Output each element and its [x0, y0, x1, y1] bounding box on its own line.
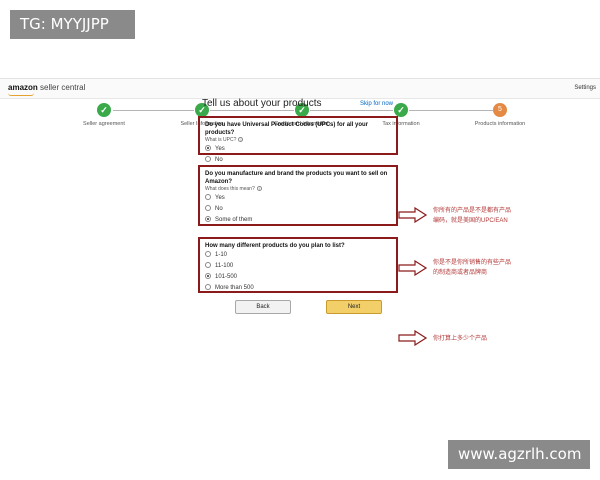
watermark-bottom: www.agzrlh.com — [448, 440, 590, 469]
radio-button[interactable] — [205, 284, 211, 290]
option-yes[interactable]: Yes — [205, 193, 391, 204]
step-products-information: 5 Products information — [450, 103, 550, 127]
smile-icon — [8, 93, 34, 96]
option-yes[interactable]: Yes — [205, 144, 391, 155]
question-text: Do you manufacture and brand the product… — [205, 171, 388, 185]
step-number: 5 — [493, 103, 507, 117]
annotation-note-brand: 你是不是你所销售的有些产品 的制造商或者品牌商 — [433, 260, 512, 276]
amazon-logo[interactable]: amazon seller central — [8, 83, 86, 96]
option-no[interactable]: No — [205, 204, 391, 215]
question-product-count: How many different products do you plan … — [198, 237, 398, 293]
info-icon: i — [238, 137, 244, 142]
radio-button[interactable] — [205, 262, 211, 268]
radio-button[interactable] — [205, 273, 211, 279]
logo-brand: amazon — [8, 83, 38, 92]
option-1-10[interactable]: 1-10 — [205, 250, 391, 261]
question-manufacture-brand: Do you manufacture and brand the product… — [198, 165, 398, 226]
help-link[interactable]: What does this mean? i — [205, 186, 391, 193]
page-title: Tell us about your products — [202, 98, 322, 109]
next-button[interactable]: Next — [326, 300, 382, 314]
annotation-note-upc: 你所有的产品是不是都有产品 编码，就是美国的UPC/EAN — [433, 208, 512, 224]
radio-button[interactable] — [205, 156, 211, 162]
annotation-arrow-icon — [398, 260, 428, 276]
back-button[interactable]: Back — [235, 300, 291, 314]
annotation-note-count: 你打算上多少个产品 — [433, 336, 488, 342]
radio-button[interactable] — [205, 194, 211, 200]
check-icon: ✓ — [394, 103, 408, 117]
watermark-top: TG: MYYJJPP — [10, 10, 135, 39]
help-link[interactable]: What is UPC? i — [205, 137, 391, 144]
radio-button[interactable] — [205, 205, 211, 211]
option-some-of-them[interactable]: Some of them — [205, 215, 391, 226]
question-text: How many different products do you plan … — [205, 243, 345, 249]
step-label: Products information — [474, 121, 526, 127]
radio-button[interactable] — [205, 251, 211, 257]
annotation-arrow-icon — [398, 330, 428, 346]
option-101-500[interactable]: 101-500 — [205, 272, 391, 283]
top-bar: amazon seller central Settings — [0, 79, 600, 99]
info-icon: i — [256, 186, 262, 191]
question-text: Do you have Universal Product Codes (UPC… — [205, 122, 369, 136]
settings-link[interactable]: Settings — [574, 85, 596, 91]
check-icon: ✓ — [97, 103, 111, 117]
step-label: Seller agreement — [83, 121, 125, 127]
logo-suffix: seller central — [40, 83, 86, 92]
option-11-100[interactable]: 11-100 — [205, 261, 391, 272]
question-upc: Do you have Universal Product Codes (UPC… — [198, 116, 398, 163]
step-seller-agreement[interactable]: ✓ Seller agreement — [54, 103, 154, 127]
radio-button[interactable] — [205, 145, 211, 151]
option-more-than-500[interactable]: More than 500 — [205, 283, 391, 294]
annotation-arrow-icon — [398, 207, 428, 223]
skip-for-now-link[interactable]: Skip for now — [360, 101, 393, 107]
radio-button[interactable] — [205, 216, 211, 222]
